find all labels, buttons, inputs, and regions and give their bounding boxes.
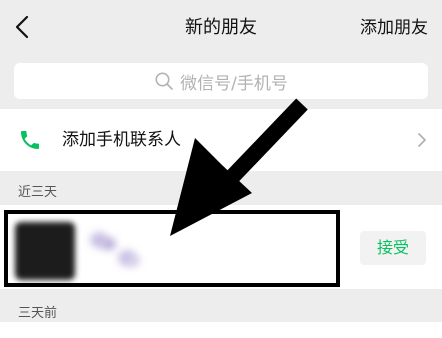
new-friends-page: 新的朋友 添加朋友 微信号/手机号 添加手机联系人 近三天 接受 三天前: [0, 0, 442, 338]
search-icon: [155, 72, 173, 90]
highlight-box: [4, 210, 340, 287]
phone-icon: [21, 131, 39, 149]
search-placeholder: 微信号/手机号: [180, 73, 288, 94]
list-item: [0, 322, 442, 338]
section-label-recent: 近三天: [18, 185, 58, 200]
chevron-right-icon: [418, 133, 426, 147]
add-friend-button[interactable]: 添加朋友: [360, 0, 428, 56]
accept-button[interactable]: 接受: [360, 231, 426, 265]
section-label-before: 三天前: [18, 306, 58, 321]
add-phone-contacts-label: 添加手机联系人: [62, 130, 181, 150]
search-input[interactable]: 微信号/手机号: [14, 63, 428, 99]
header: 新的朋友 添加朋友: [0, 0, 442, 56]
add-phone-contacts-row[interactable]: 添加手机联系人: [0, 109, 442, 171]
